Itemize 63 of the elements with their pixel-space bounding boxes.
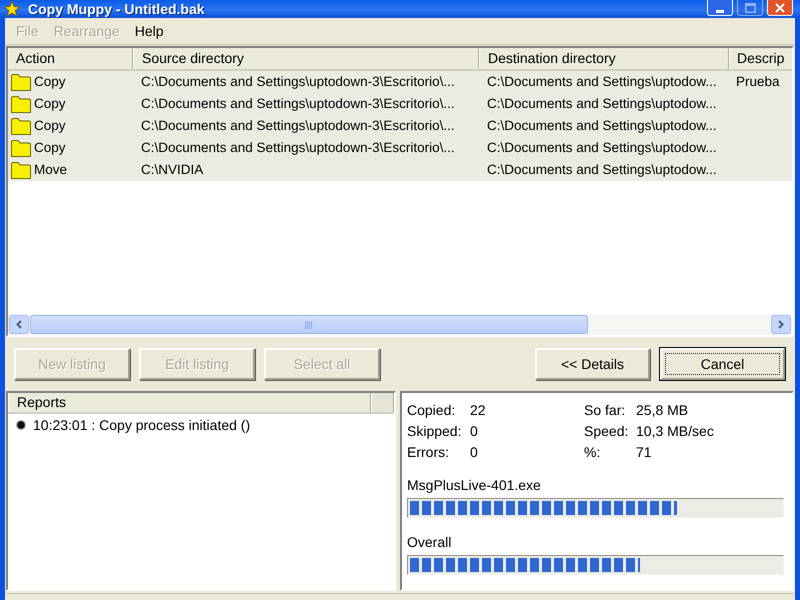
stat-label: Speed: [584, 423, 630, 440]
stat-value: 0 [470, 423, 479, 440]
report-entry: 10:23:01 : Copy process initiated () [33, 416, 250, 435]
folder-icon [11, 162, 31, 178]
scroll-right-button[interactable] [771, 315, 791, 334]
list-row[interactable]: Move C:\NVIDIA C:\Documents and Settings\uptodow... [8, 159, 792, 181]
table-cell-text: C:\Documents and Settings\uptodown-3\Escritorio\... [141, 72, 455, 91]
table-cell-text: C:\Documents and Settings\uptodow... [487, 94, 717, 113]
table-cell-text: Copy [34, 94, 66, 113]
scroll-left-button[interactable] [9, 315, 29, 334]
stat-value: 10,3 MB/sec [636, 423, 714, 440]
table-cell-text: C:\NVIDIA [141, 160, 204, 179]
folder-icon [11, 118, 31, 134]
menu-item[interactable]: Help [128, 20, 170, 42]
stat-label: Copied: [407, 402, 456, 419]
column-header[interactable]: Action [8, 48, 133, 69]
stat-label: So far: [584, 402, 626, 419]
cancel-button[interactable]: Cancel [660, 348, 785, 380]
maximize-icon [744, 3, 756, 13]
list-row[interactable]: Copy C:\Documents and Settings\uptodown-3\Escritorio\... C:\Documents and Settings\uptodow... [8, 115, 792, 137]
folder-icon [11, 96, 31, 112]
table-cell-text: Move [34, 160, 68, 179]
table-cell-text: C:\Documents and Settings\uptodow... [487, 72, 717, 91]
stat-label: %: [584, 444, 602, 461]
close-icon [775, 3, 785, 13]
stat-value: 71 [636, 444, 653, 461]
table-cell-text: C:\Documents and Settings\uptodow... [487, 116, 717, 135]
details-button[interactable]: << Details [535, 348, 650, 380]
stat-value: 0 [470, 444, 479, 461]
stat-label: Errors: [407, 444, 450, 461]
bullet-icon [16, 420, 26, 430]
column-header[interactable]: Destination directory [479, 48, 729, 69]
close-button[interactable] [767, 0, 793, 16]
table-cell-text: C:\Documents and Settings\uptodown-3\Escritorio\... [141, 138, 455, 157]
chevron-right-icon [778, 320, 784, 329]
table-cell-text: C:\Documents and Settings\uptodown-3\Escritorio\... [141, 94, 455, 113]
progress-label: MsgPlusLive-401.exe [407, 477, 542, 494]
table-cell-text: C:\Documents and Settings\uptodown-3\Escritorio\... [141, 116, 455, 135]
minimize-icon [716, 10, 724, 13]
table-cell-text: C:\Documents and Settings\uptodow... [487, 160, 717, 179]
column-header[interactable]: Reports [8, 393, 371, 412]
star-icon [4, 1, 20, 17]
list-row[interactable]: Copy C:\Documents and Settings\uptodown-3\Escritorio\... C:\Documents and Settings\uptodow... [8, 137, 792, 159]
table-cell-text: Copy [34, 138, 66, 157]
progress-label: Overall [407, 534, 452, 551]
column-header[interactable]: Source directory [133, 48, 479, 69]
folder-icon [11, 74, 31, 90]
stat-value: 25,8 MB [636, 402, 690, 419]
chevron-left-icon [16, 320, 22, 329]
grip-icon [305, 320, 313, 328]
window-title: Copy Muppy - Untitled.bak [28, 2, 205, 16]
stat-label: Skipped: [407, 423, 462, 440]
folder-icon [11, 140, 31, 156]
table-cell-text: Prueba [736, 72, 780, 91]
scrollbar-thumb[interactable] [30, 315, 588, 334]
list-row[interactable]: Copy C:\Documents and Settings\uptodown-3\Escritorio\... C:\Documents and Settings\uptodow... [8, 93, 792, 115]
minimize-button[interactable] [707, 0, 733, 16]
table-cell-text: C:\Documents and Settings\uptodow... [487, 138, 717, 157]
horizontal-scrollbar[interactable] [8, 314, 792, 335]
list-row[interactable]: Copy C:\Documents and Settings\uptodown-3\Escritorio\... C:\Documents and Settings\uptodow... Prueba [8, 71, 792, 93]
table-cell-text: Copy [34, 116, 66, 135]
table-cell-text: Copy [34, 72, 66, 91]
stat-value: 22 [470, 402, 487, 419]
